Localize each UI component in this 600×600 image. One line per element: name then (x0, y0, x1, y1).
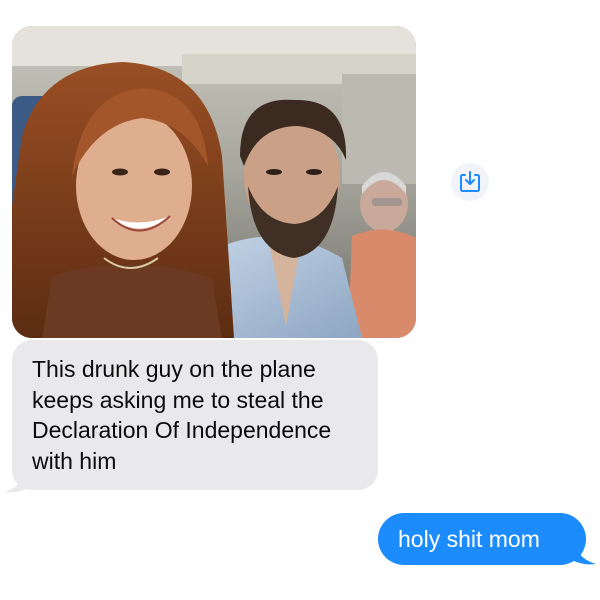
incoming-message-bubble[interactable]: This drunk guy on the plane keeps asking… (12, 340, 378, 490)
download-to-tray-icon (460, 171, 480, 192)
message-text: holy shit mom (398, 526, 540, 552)
message-line: Declaration Of Independence (32, 417, 332, 443)
outgoing-message-bubble[interactable]: holy shit mom (378, 513, 586, 565)
message-line: keeps asking me to steal the (32, 386, 324, 413)
message-line: with him (32, 447, 117, 474)
message-thread: This drunk guy on the plane keeps asking… (0, 0, 600, 600)
photo-attachment[interactable] (12, 26, 416, 338)
photo-image (12, 26, 416, 338)
message-line: This drunk guy on the plane (32, 356, 316, 382)
save-photo-button[interactable] (451, 163, 489, 201)
